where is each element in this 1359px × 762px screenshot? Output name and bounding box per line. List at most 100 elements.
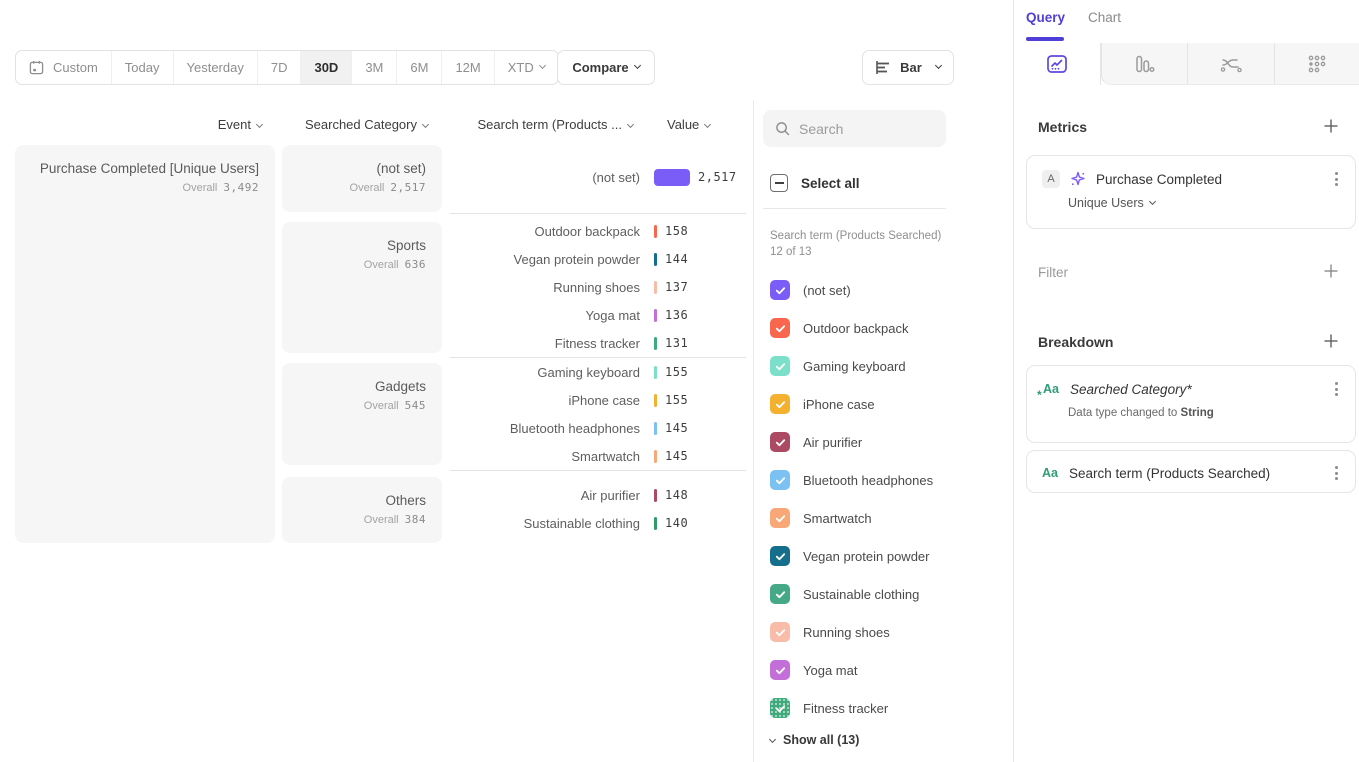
filter-item[interactable]: Bluetooth headphones: [770, 468, 933, 492]
term-label: Smartwatch: [450, 449, 640, 464]
table-row[interactable]: Gaming keyboard 155: [450, 362, 750, 382]
tab-insights[interactable]: [1014, 43, 1101, 85]
tab-funnels[interactable]: [1101, 43, 1188, 85]
date-range-xtd[interactable]: XTD: [495, 51, 558, 84]
table-row[interactable]: Air purifier 148: [450, 485, 750, 505]
breakdown-property-name: Searched Category*: [1070, 382, 1322, 397]
kebab-menu-icon[interactable]: [1332, 169, 1341, 189]
tab-flows[interactable]: [1187, 43, 1274, 85]
breakdown-card-searched-category[interactable]: Aa* Searched Category* Data type changed…: [1026, 365, 1356, 443]
table-row[interactable]: Smartwatch 145: [450, 446, 750, 466]
chevron-down-icon: [539, 62, 546, 69]
search-icon: [775, 121, 790, 136]
term-label: Running shoes: [450, 280, 640, 295]
event-title: Purchase Completed [Unique Users]: [27, 161, 259, 176]
filter-item[interactable]: Fitness tracker: [770, 696, 888, 720]
search-input[interactable]: [799, 121, 929, 137]
category-cell-others[interactable]: Others Overall384: [282, 477, 442, 543]
kebab-menu-icon[interactable]: [1332, 379, 1341, 399]
column-header-value[interactable]: Value: [667, 117, 737, 132]
date-range-today[interactable]: Today: [112, 51, 174, 84]
table-row[interactable]: Bluetooth headphones 145: [450, 418, 750, 438]
checkbox-checked: [770, 660, 790, 680]
add-breakdown-button[interactable]: [1323, 333, 1339, 349]
table-row[interactable]: Outdoor backpack 158: [450, 221, 750, 241]
value-label: 131: [665, 336, 688, 350]
filter-item[interactable]: Air purifier: [770, 430, 862, 454]
checkbox-checked: [770, 394, 790, 414]
chevron-down-icon: [634, 62, 641, 69]
group-separator: [450, 357, 746, 358]
kebab-menu-icon[interactable]: [1332, 463, 1341, 483]
select-all-checkbox[interactable]: Select all: [770, 174, 860, 192]
string-property-icon: Aa: [1041, 466, 1059, 480]
category-cell-gadgets[interactable]: Gadgets Overall545: [282, 363, 442, 465]
filter-item[interactable]: (not set): [770, 278, 851, 302]
add-metric-button[interactable]: [1323, 118, 1339, 134]
filter-item[interactable]: Sustainable clothing: [770, 582, 919, 606]
tab-chart[interactable]: Chart: [1088, 10, 1121, 25]
filter-item[interactable]: Vegan protein powder: [770, 544, 929, 568]
table-row[interactable]: Running shoes 137: [450, 277, 750, 297]
filter-heading: Filter: [1038, 265, 1068, 280]
date-range-6m[interactable]: 6M: [397, 51, 442, 84]
column-header-category[interactable]: Searched Category: [285, 117, 428, 132]
date-range-yesterday[interactable]: Yesterday: [174, 51, 258, 84]
date-range-30d[interactable]: 30D: [301, 51, 352, 84]
chevron-down-icon: [935, 62, 942, 69]
checkbox-checked: [770, 356, 790, 376]
date-range-3m[interactable]: 3M: [352, 51, 397, 84]
table-row[interactable]: Fitness tracker 131: [450, 333, 750, 353]
date-range-7d[interactable]: 7D: [258, 51, 302, 84]
breakdown-card-search-term[interactable]: Aa Search term (Products Searched): [1026, 450, 1356, 493]
metric-card[interactable]: A Purchase Completed Unique Users: [1026, 155, 1356, 229]
event-overall: Overall3,492: [27, 181, 259, 194]
filter-item[interactable]: Yoga mat: [770, 658, 857, 682]
column-header-term[interactable]: Search term (Products ...: [450, 117, 633, 132]
chart-type-dropdown[interactable]: Bar: [862, 50, 954, 85]
term-label: (not set): [450, 170, 640, 185]
date-range-12m[interactable]: 12M: [442, 51, 494, 84]
add-filter-button[interactable]: [1323, 263, 1339, 279]
tab-query[interactable]: Query: [1026, 10, 1065, 25]
category-cell-sports[interactable]: Sports Overall636: [282, 222, 442, 353]
checkbox-checked: [770, 470, 790, 490]
filter-item[interactable]: Gaming keyboard: [770, 354, 906, 378]
event-cell[interactable]: Purchase Completed [Unique Users] Overal…: [15, 145, 275, 543]
event-sparkle-icon: [1070, 171, 1086, 187]
table-row[interactable]: (not set) 2,517: [450, 167, 750, 187]
filter-item[interactable]: Smartwatch: [770, 506, 872, 530]
plus-icon: [1323, 118, 1339, 134]
value-label: 155: [665, 393, 688, 407]
filter-item[interactable]: Outdoor backpack: [770, 316, 909, 340]
table-row[interactable]: Yoga mat 136: [450, 305, 750, 325]
measure-dropdown[interactable]: Unique Users: [1068, 196, 1355, 222]
value-bar: [654, 422, 657, 435]
value-label: 145: [665, 421, 688, 435]
table-row[interactable]: Sustainable clothing 140: [450, 513, 750, 533]
table-row[interactable]: Vegan protein powder 144: [450, 249, 750, 269]
value-label: 140: [665, 516, 688, 530]
filter-item[interactable]: iPhone case: [770, 392, 875, 416]
column-header-event[interactable]: Event: [120, 117, 262, 132]
show-all-button[interactable]: Show all (13): [770, 733, 859, 747]
filter-item[interactable]: Running shoes: [770, 620, 890, 644]
date-range-custom[interactable]: Custom: [16, 51, 112, 84]
table-row[interactable]: iPhone case 155: [450, 390, 750, 410]
tab-retention[interactable]: [1274, 43, 1359, 85]
report-type-tabs: [1014, 43, 1359, 85]
category-cell-not-set[interactable]: (not set) Overall2,517: [282, 145, 442, 212]
checkbox-checked: [770, 318, 790, 338]
value-label: 148: [665, 488, 688, 502]
plus-icon: [1323, 333, 1339, 349]
term-label: Outdoor backpack: [450, 224, 640, 239]
value-bar: [654, 394, 657, 407]
breakdown-heading: Breakdown: [1038, 334, 1113, 350]
compare-button[interactable]: Compare: [557, 50, 655, 85]
calendar-icon: [29, 60, 44, 75]
checkbox-checked: [770, 432, 790, 452]
funnel-bars-icon: [1133, 54, 1155, 74]
value-bar: [654, 517, 657, 530]
chevron-down-icon: [422, 121, 429, 128]
value-label: 145: [665, 449, 688, 463]
